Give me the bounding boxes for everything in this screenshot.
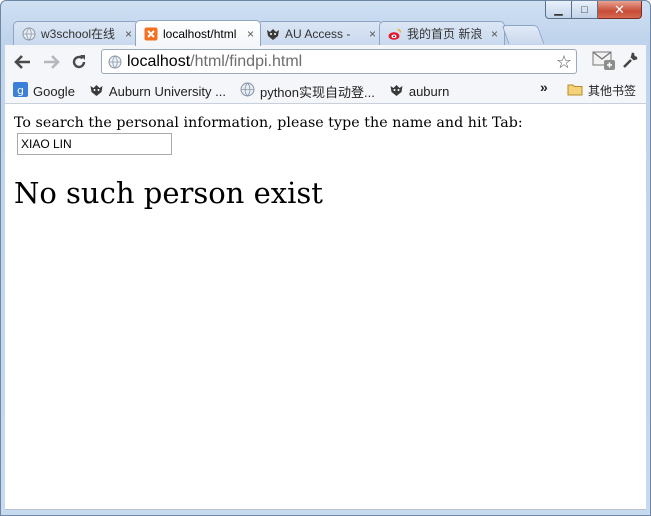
- tab-title: 我的首页 新浪: [407, 27, 483, 41]
- folder-icon: [567, 83, 583, 99]
- tab-title: w3school在线: [41, 27, 116, 41]
- close-window-button[interactable]: ✕: [598, 1, 642, 19]
- bookmark-label: python实现自动登...: [259, 84, 375, 100]
- reload-button[interactable]: [65, 48, 93, 76]
- name-search-input[interactable]: [17, 133, 172, 155]
- bookmark-label: Google: [33, 83, 75, 99]
- maximize-icon: □: [581, 3, 588, 16]
- toolbar: localhost/html/findpi.html ☆: [5, 45, 646, 80]
- other-bookmarks-label: 其他书签: [587, 84, 636, 98]
- toolbar-right: [592, 49, 640, 76]
- reload-icon: [72, 55, 86, 69]
- tab-close-icon[interactable]: ×: [369, 27, 376, 41]
- bookmark-label: Auburn University ...: [108, 83, 226, 99]
- tab-au-access[interactable]: AU Access - ×: [257, 21, 383, 45]
- other-bookmarks-folder[interactable]: 其他书签: [567, 82, 636, 99]
- auburn-tiger-icon: [89, 83, 104, 100]
- wrench-menu-icon[interactable]: [622, 51, 640, 74]
- minimize-button[interactable]: ▁: [545, 1, 572, 19]
- xampp-icon: [144, 27, 158, 41]
- new-tab-button[interactable]: [501, 25, 545, 44]
- tab-w3school[interactable]: w3school在线 ×: [13, 21, 139, 45]
- window-controls: ▁ □ ✕: [545, 1, 642, 21]
- bookmark-auburn-university[interactable]: Auburn University ...: [89, 83, 226, 100]
- auburn-tiger-icon: [389, 83, 404, 100]
- tab-close-icon[interactable]: ×: [247, 27, 254, 41]
- tab-localhost[interactable]: localhost/html ×: [135, 20, 261, 46]
- search-instruction: To search the personal information, plea…: [14, 115, 523, 131]
- forward-button[interactable]: [37, 48, 65, 76]
- maximize-button[interactable]: □: [572, 1, 598, 19]
- back-arrow-icon: [14, 55, 30, 69]
- url-host: localhost: [127, 52, 191, 70]
- svg-text:g: g: [17, 84, 24, 97]
- minimize-icon: ▁: [554, 4, 563, 16]
- browser-window: ▁ □ ✕ w3school在线 × localhost/html × AU A…: [0, 0, 651, 516]
- page-content: To search the personal information, plea…: [5, 104, 646, 510]
- url-path: /html/findpi.html: [190, 52, 303, 70]
- more-bookmarks-chevron-icon[interactable]: »: [540, 79, 548, 95]
- google-icon: g: [13, 82, 28, 100]
- bookmark-star-icon[interactable]: ☆: [556, 52, 572, 73]
- bookmarks-bar: g Google Auburn University ... python实现自…: [5, 79, 646, 104]
- gmail-checker-icon[interactable]: [592, 49, 616, 76]
- tab-title: localhost/html: [163, 26, 237, 41]
- tab-close-icon[interactable]: ×: [491, 27, 498, 41]
- bookmark-auburn[interactable]: auburn: [389, 83, 449, 100]
- bookmark-python[interactable]: python实现自动登...: [240, 82, 375, 101]
- bookmark-google[interactable]: g Google: [13, 82, 75, 100]
- back-button[interactable]: [9, 48, 37, 76]
- bookmark-label: auburn: [408, 83, 450, 99]
- search-result-message: No such person exist: [14, 176, 323, 210]
- address-bar[interactable]: localhost/html/findpi.html ☆: [101, 49, 577, 74]
- globe-icon: [240, 82, 255, 100]
- weibo-icon: [388, 27, 402, 41]
- tab-title: AU Access -: [285, 26, 351, 41]
- page-icon: [108, 55, 122, 68]
- auburn-tiger-icon: [266, 27, 280, 41]
- close-icon: ✕: [614, 1, 625, 17]
- tab-strip: w3school在线 × localhost/html × AU Access …: [9, 19, 649, 46]
- globe-icon: [22, 27, 36, 41]
- forward-arrow-icon: [44, 55, 60, 69]
- tab-close-icon[interactable]: ×: [125, 27, 132, 41]
- tab-weibo[interactable]: 我的首页 新浪 ×: [379, 21, 505, 45]
